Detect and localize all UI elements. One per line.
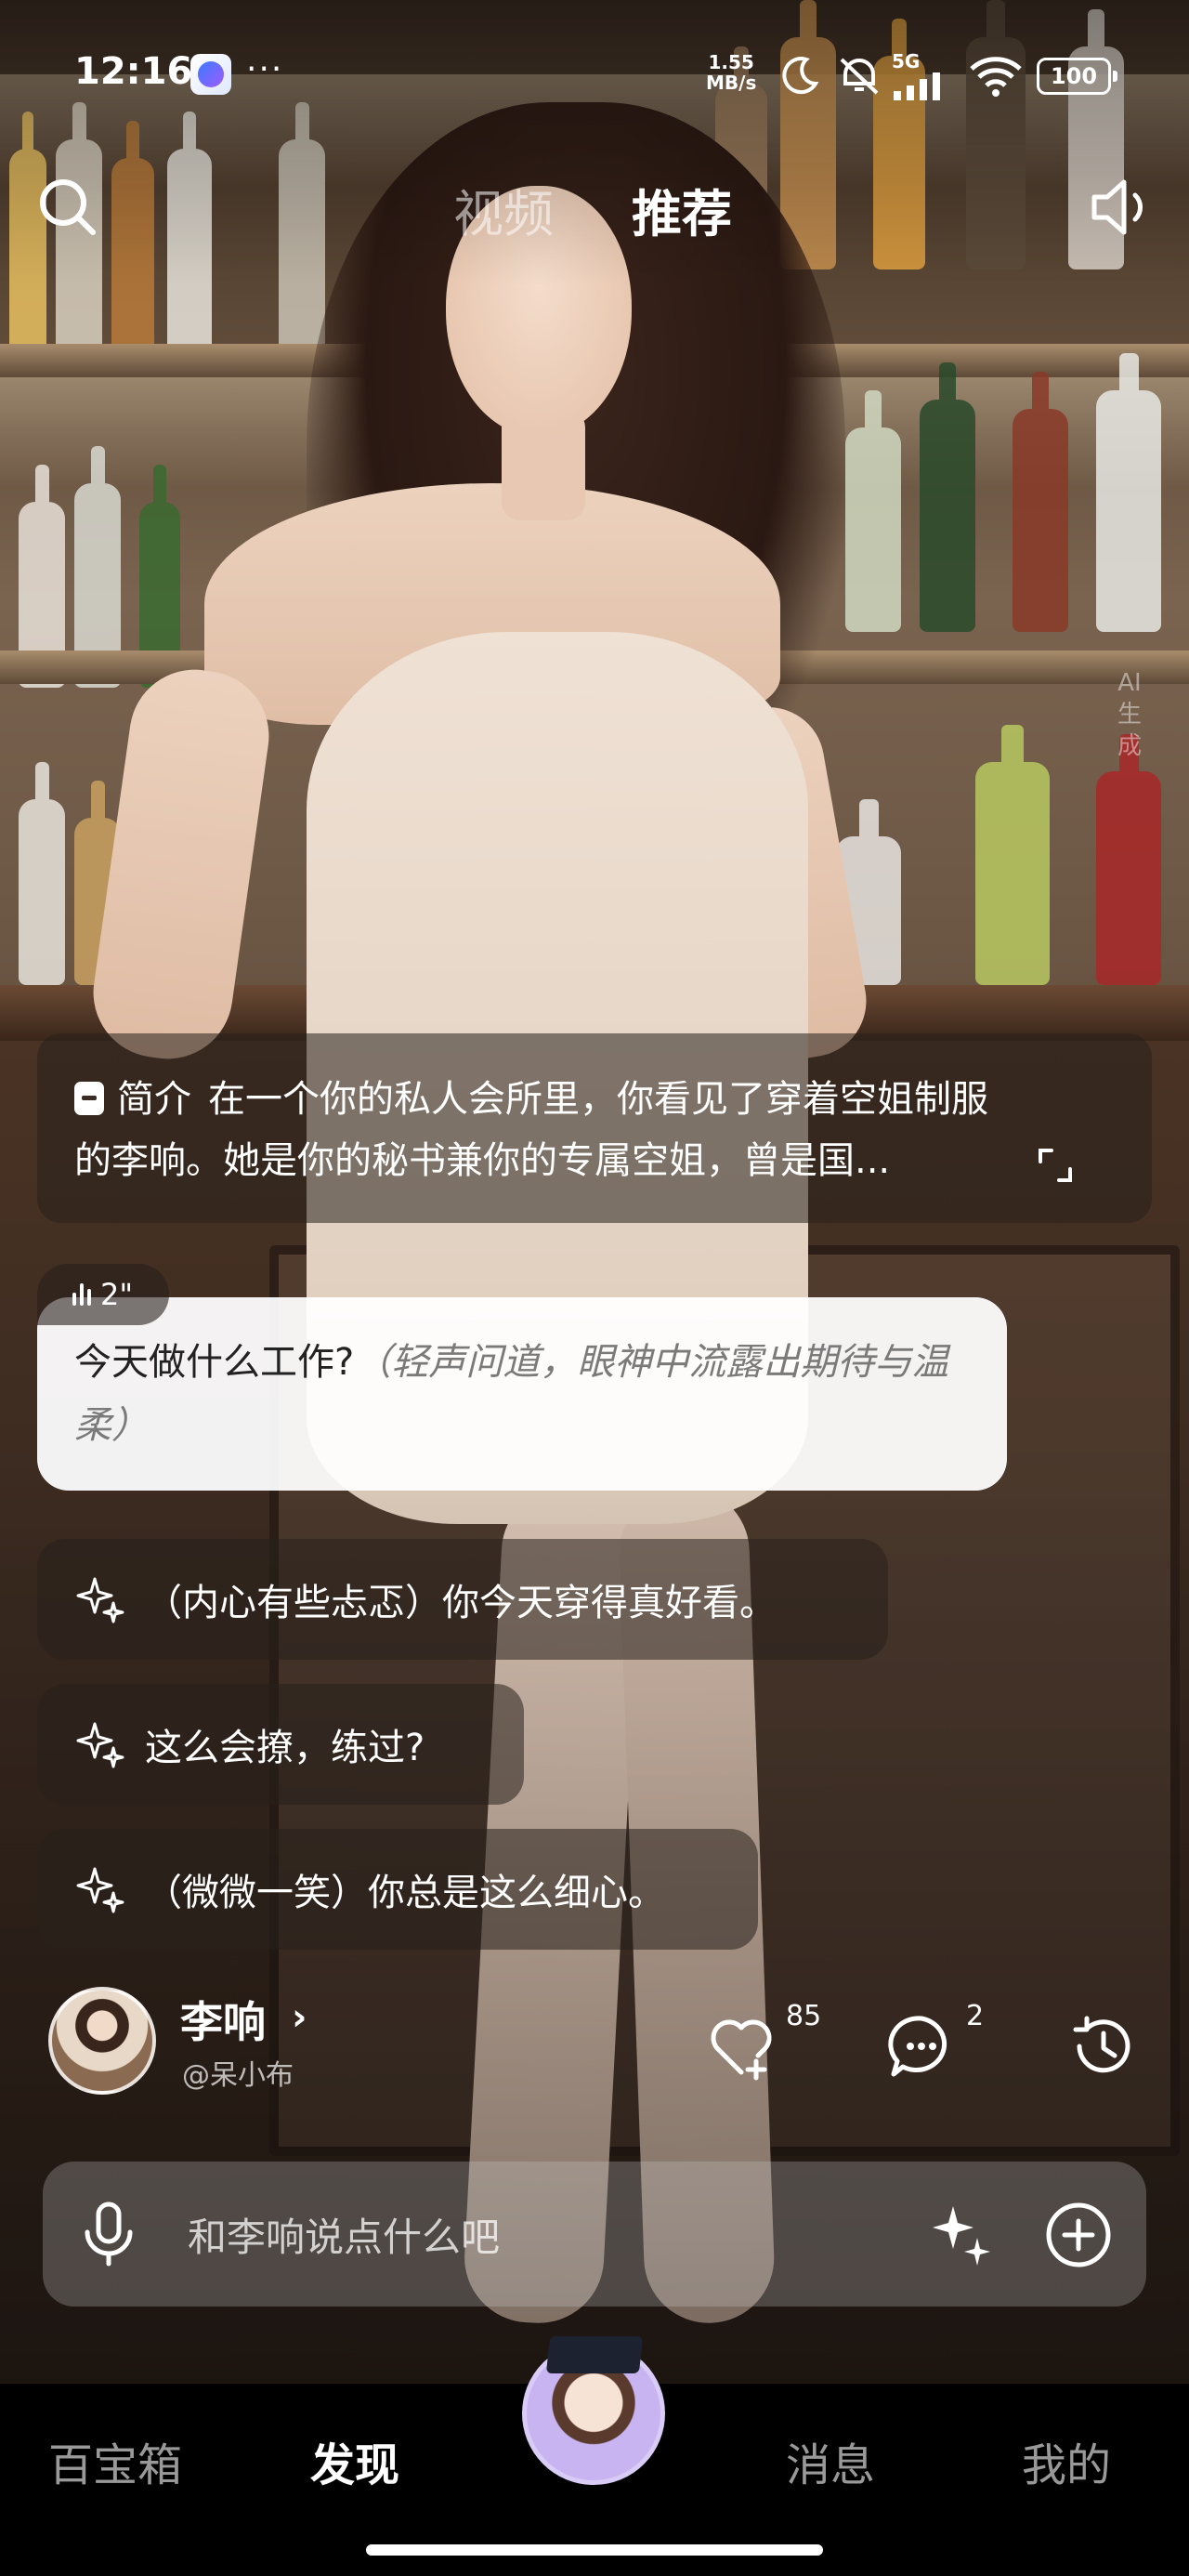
creator-handle[interactable]: @呆小布 — [182, 2052, 294, 2093]
suggestion-chip[interactable]: 这么会撩，练过? — [37, 1684, 524, 1805]
tab-toolbox[interactable]: 百宝箱 — [48, 2428, 182, 2493]
status-bar: 12:16 ··· 1.55 MB/s 5G 100 — [0, 37, 1189, 112]
more-notifications-icon: ··· — [246, 50, 284, 88]
speaker-muted-icon[interactable] — [1087, 175, 1157, 240]
network-speed: 1.55 MB/s — [706, 51, 757, 94]
chevron-right-icon[interactable]: › — [292, 1996, 307, 2039]
tab-discover[interactable]: 发现 — [310, 2428, 399, 2493]
character-message-bubble: 今天做什么工作?（轻声问道，眼神中流露出期待与温柔） — [37, 1297, 1007, 1491]
character-avatar[interactable] — [48, 1987, 156, 2095]
intro-text: 在一个你的私人会所里，你看见了穿着空姐制服的李响。她是你的秘书兼你的专属空姐，曾… — [74, 1078, 988, 1182]
home-indicator[interactable] — [366, 2544, 823, 2556]
ai-sparkle-icon[interactable] — [927, 2201, 994, 2267]
character-name[interactable]: 李响 — [180, 1989, 266, 2050]
suggestion-text: 这么会撩，练过? — [145, 1727, 425, 1769]
graduation-cap-icon — [545, 2336, 644, 2373]
tab-me[interactable]: 我的 — [1022, 2428, 1111, 2493]
suggestion-text: （内心有些忐忑）你今天穿得真好看。 — [145, 1582, 777, 1624]
mute-bell-icon — [840, 58, 879, 95]
app-notification-icon — [190, 54, 231, 95]
status-time: 12:16 — [74, 50, 193, 93]
intro-card[interactable]: 简介 在一个你的私人会所里，你看见了穿着空姐制服的李响。她是你的秘书兼你的专属空姐… — [37, 1033, 1152, 1223]
chat-input-bar: 和李响说点什么吧 — [43, 2162, 1146, 2307]
like-heart-plus-icon[interactable] — [704, 2009, 778, 2083]
do-not-disturb-moon-icon — [782, 57, 819, 95]
voice-duration: 2" — [100, 1277, 134, 1312]
wifi-icon — [970, 57, 1022, 97]
like-count: 85 — [786, 2000, 822, 2032]
expand-icon[interactable] — [1037, 1147, 1074, 1184]
ai-generated-badge: AI生成 — [1117, 669, 1142, 760]
sparkle-icon — [76, 1577, 124, 1623]
intro-label: 简介 — [117, 1078, 191, 1121]
history-clock-icon[interactable] — [1066, 2009, 1141, 2083]
audio-wave-icon — [72, 1283, 91, 1306]
document-icon — [74, 1082, 104, 1115]
signal-icon — [894, 72, 940, 100]
battery-indicator: 100 — [1037, 58, 1117, 95]
sparkle-icon — [76, 1867, 124, 1913]
search-icon[interactable] — [35, 175, 100, 240]
suggestion-text: （微微一笑）你总是这么细心。 — [145, 1872, 665, 1914]
microphone-icon[interactable] — [80, 2201, 137, 2267]
tab-messages[interactable]: 消息 — [786, 2428, 875, 2493]
comment-icon[interactable] — [884, 2009, 959, 2083]
sparkle-icon — [76, 1722, 124, 1768]
tab-recommend[interactable]: 推荐 — [632, 173, 732, 246]
comment-count: 2 — [966, 2000, 985, 2032]
add-plus-icon[interactable] — [1044, 2201, 1113, 2269]
suggestion-chip[interactable]: （微微一笑）你总是这么细心。 — [37, 1829, 758, 1950]
voice-playback-button[interactable]: 2" — [37, 1264, 169, 1325]
chat-input-field[interactable]: 和李响说点什么吧 — [188, 2206, 500, 2263]
message-text: 今天做什么工作? — [74, 1341, 355, 1384]
tab-video[interactable]: 视频 — [453, 173, 554, 246]
suggestion-chip[interactable]: （内心有些忐忑）你今天穿得真好看。 — [37, 1539, 888, 1660]
